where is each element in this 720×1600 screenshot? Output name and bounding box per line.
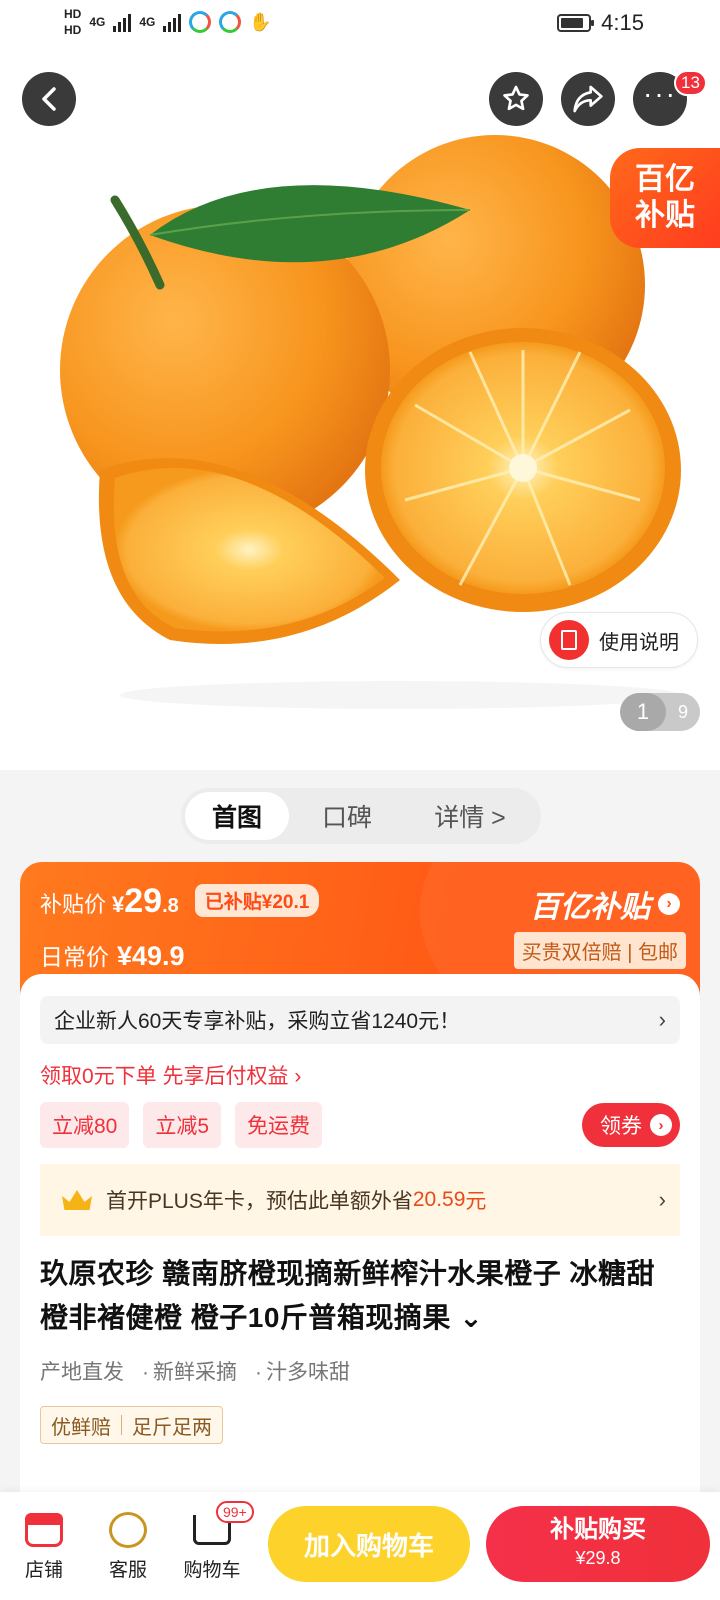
favorite-button[interactable]: [489, 72, 543, 126]
coupon-free-shipping[interactable]: 免运费: [235, 1102, 323, 1148]
daily-price-label: 日常价: [40, 944, 109, 970]
plus-saving-amount: 20.59: [412, 1188, 466, 1211]
billion-subsidy-brand: 百亿补贴: [530, 891, 650, 924]
customer-service-label: 客服: [108, 1559, 147, 1581]
subsidy-price-decimal: .8: [162, 895, 179, 917]
customer-service-icon: [109, 1511, 147, 1548]
book-icon: [549, 620, 589, 660]
image-pager: 1 9: [620, 693, 700, 731]
hd-indicator: HD HD: [64, 6, 81, 38]
get-coupon-label: 领券: [600, 1115, 642, 1138]
price-header: 补贴价 ¥ 29 .8 已补贴¥20.1 日常价 ¥49.9 百亿补贴 › 买贵…: [20, 862, 700, 1042]
pager-total: 9: [677, 701, 688, 722]
network1-text: 4G: [89, 15, 106, 29]
product-tags: 产地直发 新鲜采摘 汁多味甜: [40, 1356, 680, 1386]
chevron-right-icon: ›: [658, 1007, 666, 1032]
signal2-icon: [163, 12, 182, 32]
coupon-discount-5[interactable]: 立减5: [143, 1102, 222, 1148]
battery-icon: [557, 14, 595, 32]
subsidy-tag-line1: 百亿: [635, 163, 695, 196]
chevron-right-icon: ›: [650, 1114, 672, 1136]
quality-guarantee-badge[interactable]: 优鲜赔 足斤足两: [40, 1406, 223, 1444]
signal1-icon: [113, 12, 132, 32]
product-title[interactable]: 玖原农珍 赣南脐橙现摘新鲜榨汁水果橙子 冰糖甜橙非褚健橙 橙子10斤普箱现摘果 …: [40, 1252, 680, 1340]
customer-service-button[interactable]: 客服: [86, 1511, 170, 1582]
status-right: 4:15: [557, 10, 644, 36]
chevron-right-icon: ›: [658, 1187, 666, 1212]
share-icon: [573, 85, 603, 113]
store-label: 店铺: [24, 1559, 63, 1581]
fresh-compensation-label: 优鲜赔: [51, 1416, 111, 1439]
chevron-right-icon: ›: [658, 893, 680, 915]
app-notification-icon-2: [219, 11, 242, 33]
hd2-text: HD: [64, 23, 82, 37]
back-button[interactable]: [22, 72, 76, 126]
daily-price-value: ¥49.9: [117, 941, 185, 971]
plus-text: 首开PLUS年卡，预估此单额外省: [106, 1190, 413, 1213]
tab-reviews[interactable]: 口碑: [289, 792, 405, 840]
billion-subsidy-link[interactable]: 百亿补贴 ›: [530, 882, 680, 926]
coupon-discount-80[interactable]: 立减80: [40, 1102, 130, 1148]
store-icon: [25, 1512, 63, 1547]
get-coupon-button[interactable]: 领券 ›: [582, 1103, 680, 1147]
guarantee-badge: 买贵双倍赔 | 包邮: [513, 932, 686, 969]
section-tabs: 首图 口碑 详情 >: [181, 788, 541, 844]
clock-text: 4:15: [601, 10, 644, 35]
subsidized-amount-chip: 已补贴¥20.1: [194, 884, 320, 917]
tab-main-image[interactable]: 首图: [185, 792, 289, 840]
cart-label: 购物车: [183, 1559, 241, 1581]
subsidy-tag-line2: 补贴: [635, 199, 695, 232]
buy-price: ¥29.8: [575, 1548, 621, 1568]
pager-current: 1: [620, 693, 666, 731]
subsidy-price-integer: 29: [124, 882, 163, 920]
coupon-row: 立减80 立减5 免运费 领券 ›: [40, 1102, 680, 1148]
full-weight-label: 足斤足两: [132, 1416, 212, 1439]
plus-saving-unit: 元: [465, 1190, 487, 1213]
status-left: HD HD 4G 4G ✋: [64, 6, 272, 38]
cart-button[interactable]: 99+ 购物车: [170, 1500, 254, 1582]
app-notification-icon: [189, 11, 212, 33]
hand-icon: ✋: [249, 11, 272, 32]
subsidy-price-label: 补贴价: [40, 892, 107, 917]
product-image-carousel[interactable]: HD HD 4G 4G ✋ 4:15 ··· 13 百亿 补贴 使用说明 1 9: [0, 0, 720, 770]
usage-guide-label: 使用说明: [599, 631, 679, 654]
share-button[interactable]: [561, 72, 615, 126]
enterprise-promo-bar[interactable]: 企业新人60天专享补贴，采购立省1240元！ ›: [40, 996, 680, 1044]
tag-juicy-sweet: 汁多味甜: [255, 1356, 350, 1386]
tab-details[interactable]: 详情 >: [405, 792, 535, 840]
buy-label: 补贴购买: [550, 1516, 646, 1543]
crown-icon: [62, 1190, 92, 1210]
add-to-cart-button[interactable]: 加入购物车: [268, 1506, 470, 1582]
subsidy-buy-button[interactable]: 补贴购买 ¥29.8: [486, 1506, 710, 1582]
plus-membership-bar[interactable]: 首开PLUS年卡，预估此单额外省 20.59 元 ›: [40, 1164, 680, 1236]
billion-subsidy-tag: 百亿 补贴: [610, 148, 720, 248]
cart-count-badge: 99+: [216, 1500, 254, 1523]
currency-symbol: ¥: [112, 892, 125, 917]
pay-later-link[interactable]: 领取0元下单 先享后付权益 ›: [40, 1060, 680, 1088]
star-icon: [503, 85, 529, 111]
store-button[interactable]: 店铺: [2, 1511, 86, 1582]
subsidy-price-row: 补贴价 ¥ 29 .8 已补贴¥20.1: [40, 882, 320, 921]
status-bar: HD HD 4G 4G ✋ 4:15: [0, 0, 720, 50]
chevron-left-icon: [42, 87, 56, 111]
more-dots-icon: ···: [643, 78, 677, 109]
tag-origin-direct: 产地直发: [40, 1361, 124, 1384]
usage-guide-button[interactable]: 使用说明: [540, 612, 698, 668]
bottom-action-bar: 店铺 客服 99+ 购物车 加入购物车 补贴购买 ¥29.8: [0, 1492, 720, 1600]
enterprise-promo-text: 企业新人60天专享补贴，采购立省1240元！: [54, 1010, 461, 1033]
hd1-text: HD: [64, 7, 82, 21]
message-count-badge: 13: [674, 70, 707, 96]
product-detail-page: HD HD 4G 4G ✋ 4:15 ··· 13 百亿 补贴 使用说明 1 9…: [0, 0, 720, 1600]
network2-text: 4G: [139, 15, 156, 29]
price-card: 补贴价 ¥ 29 .8 已补贴¥20.1 日常价 ¥49.9 百亿补贴 › 买贵…: [20, 862, 700, 1600]
tag-fresh-picked: 新鲜采摘: [142, 1356, 237, 1386]
daily-price-row: 日常价 ¥49.9: [40, 938, 185, 972]
